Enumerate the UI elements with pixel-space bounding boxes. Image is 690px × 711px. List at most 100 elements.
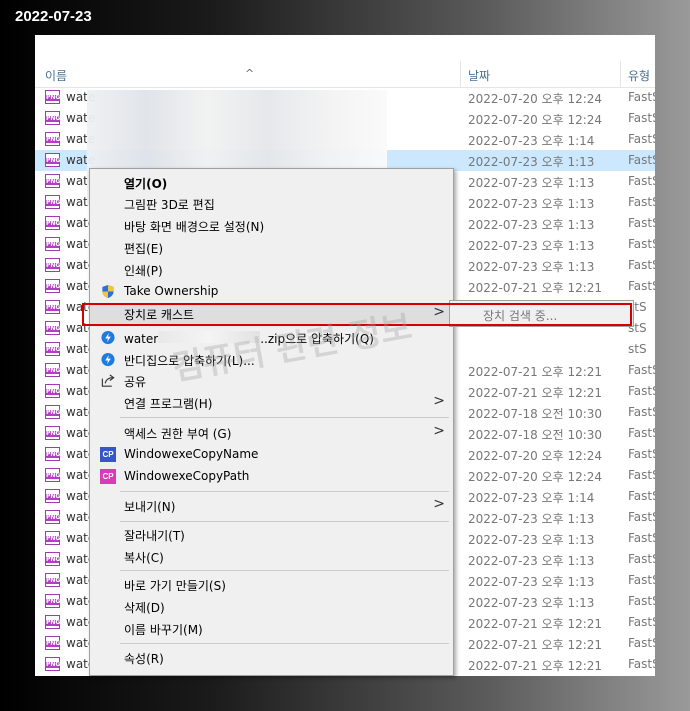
png-file-icon: PNG <box>45 90 60 104</box>
file-type: FastS <box>628 552 655 566</box>
column-divider[interactable] <box>620 61 621 87</box>
menu-item-label: 액세스 권한 부여 (G) <box>124 427 232 441</box>
png-icon-label: PNG <box>46 388 61 395</box>
png-file-icon: PNG <box>45 279 60 293</box>
file-type: FastS <box>628 510 655 524</box>
file-type: FastS <box>628 657 655 671</box>
png-file-icon: PNG <box>45 510 60 524</box>
menu-item-delete[interactable]: 삭제(D) <box>90 596 453 617</box>
file-type: FastS <box>628 279 655 293</box>
png-icon-label: PNG <box>46 241 61 248</box>
png-icon-label: PNG <box>46 535 61 542</box>
menu-separator <box>120 521 449 522</box>
chevron-right-icon: > <box>433 423 445 439</box>
file-date: 2022-07-23 오후 1:13 <box>468 596 595 610</box>
menu-item-label: 그림판 3D로 편집 <box>124 198 215 212</box>
png-file-icon: PNG <box>45 174 60 188</box>
file-date: 2022-07-23 오후 1:13 <box>468 239 595 253</box>
menu-item-share[interactable]: 공유 <box>90 370 453 391</box>
menu-item-rename[interactable]: 이름 바꾸기(M) <box>90 618 453 639</box>
png-file-icon: PNG <box>45 300 60 314</box>
png-icon-label: PNG <box>46 157 61 164</box>
png-file-icon: PNG <box>45 195 60 209</box>
png-icon-label: PNG <box>46 661 61 668</box>
cp-icon: CP <box>100 469 116 484</box>
png-file-icon: PNG <box>45 447 60 461</box>
menu-item-label: 공유 <box>124 375 147 389</box>
file-date: 2022-07-23 오후 1:13 <box>468 197 595 211</box>
menu-item-copy-path[interactable]: CP WindowexeCopyPath <box>90 466 453 487</box>
share-icon <box>101 374 115 387</box>
file-date: 2022-07-20 오후 12:24 <box>468 92 603 106</box>
png-file-icon: PNG <box>45 657 60 671</box>
png-icon-label: PNG <box>46 556 61 563</box>
bandizip-icon <box>101 330 115 345</box>
menu-item-paint3d[interactable]: 그림판 3D로 편집 <box>90 193 453 214</box>
zip-name-prefix: water <box>124 332 159 346</box>
sort-arrow-icon: ^ <box>245 67 255 80</box>
png-icon-label: PNG <box>46 451 61 458</box>
menu-item-take-ownership[interactable]: Take Ownership <box>90 281 453 302</box>
file-type: FastS <box>628 153 655 167</box>
png-icon-label: PNG <box>46 220 61 227</box>
bandizip-icon <box>101 352 115 367</box>
png-icon-label: PNG <box>46 367 61 374</box>
menu-separator <box>120 491 449 492</box>
menu-item-set-background[interactable]: 바탕 화면 배경으로 설정(N) <box>90 215 453 236</box>
context-menu: 열기(O) 그림판 3D로 편집 바탕 화면 배경으로 설정(N) 편집(E) … <box>89 168 454 676</box>
file-type: FastS <box>628 363 655 377</box>
column-divider[interactable] <box>460 61 461 87</box>
png-file-icon: PNG <box>45 111 60 125</box>
file-date: 2022-07-23 오후 1:13 <box>468 575 595 589</box>
menu-item-copy[interactable]: 복사(C) <box>90 546 453 567</box>
file-type: FastS <box>628 573 655 587</box>
png-icon-label: PNG <box>46 619 61 626</box>
menu-item-label: 연결 프로그램(H) <box>124 397 213 411</box>
menu-item-cut[interactable]: 잘라내기(T) <box>90 524 453 545</box>
png-icon-label: PNG <box>46 304 61 311</box>
menu-item-label: 보내기(N) <box>124 500 176 514</box>
menu-item-print[interactable]: 인쇄(P) <box>90 259 453 280</box>
menu-item-open-with[interactable]: 연결 프로그램(H) > <box>90 392 453 413</box>
png-icon-label: PNG <box>46 262 61 269</box>
file-date: 2022-07-23 오후 1:13 <box>468 512 595 526</box>
menu-item-send-to[interactable]: 보내기(N) > <box>90 495 453 516</box>
file-date: 2022-07-21 오후 12:21 <box>468 617 603 631</box>
png-file-icon: PNG <box>45 531 60 545</box>
file-date: 2022-07-23 오후 1:13 <box>468 155 595 169</box>
menu-item-label: 삭제(D) <box>124 601 165 615</box>
menu-item-edit[interactable]: 편집(E) <box>90 237 453 258</box>
file-type: stS <box>628 342 647 356</box>
file-date: 2022-07-21 오후 12:21 <box>468 365 603 379</box>
png-icon-label: PNG <box>46 199 61 206</box>
file-type: FastS <box>628 216 655 230</box>
menu-item-create-shortcut[interactable]: 바로 가기 만들기(S) <box>90 574 453 595</box>
file-date: 2022-07-20 오후 12:24 <box>468 113 603 127</box>
menu-item-copy-name[interactable]: CP WindowexeCopyName <box>90 444 453 465</box>
png-file-icon: PNG <box>45 636 60 650</box>
png-file-icon: PNG <box>45 216 60 230</box>
png-file-icon: PNG <box>45 321 60 335</box>
png-file-icon: PNG <box>45 594 60 608</box>
menu-separator <box>120 643 449 644</box>
file-date: 2022-07-23 오후 1:14 <box>468 491 595 505</box>
png-file-icon: PNG <box>45 552 60 566</box>
png-icon-label: PNG <box>46 514 61 521</box>
column-header-name[interactable]: 이름 <box>45 67 67 84</box>
column-header-date[interactable]: 날짜 <box>468 67 490 84</box>
file-date: 2022-07-18 오전 10:30 <box>468 407 603 421</box>
menu-item-properties[interactable]: 속성(R) <box>90 647 453 668</box>
file-date: 2022-07-21 오후 12:21 <box>468 659 603 673</box>
file-date: 2022-07-21 오후 12:21 <box>468 638 603 652</box>
file-type: FastS <box>628 636 655 650</box>
column-header-type[interactable]: 유형 <box>628 67 650 84</box>
menu-item-label: 바탕 화면 배경으로 설정(N) <box>124 220 265 234</box>
png-file-icon: PNG <box>45 405 60 419</box>
file-type: FastS <box>628 111 655 125</box>
top-date-label: 2022-07-23 <box>15 8 92 25</box>
menu-item-open[interactable]: 열기(O) <box>90 172 453 193</box>
png-icon-label: PNG <box>46 598 61 605</box>
file-type: FastS <box>628 132 655 146</box>
menu-item-grant-access[interactable]: 액세스 권한 부여 (G) > <box>90 422 453 443</box>
png-file-icon: PNG <box>45 258 60 272</box>
